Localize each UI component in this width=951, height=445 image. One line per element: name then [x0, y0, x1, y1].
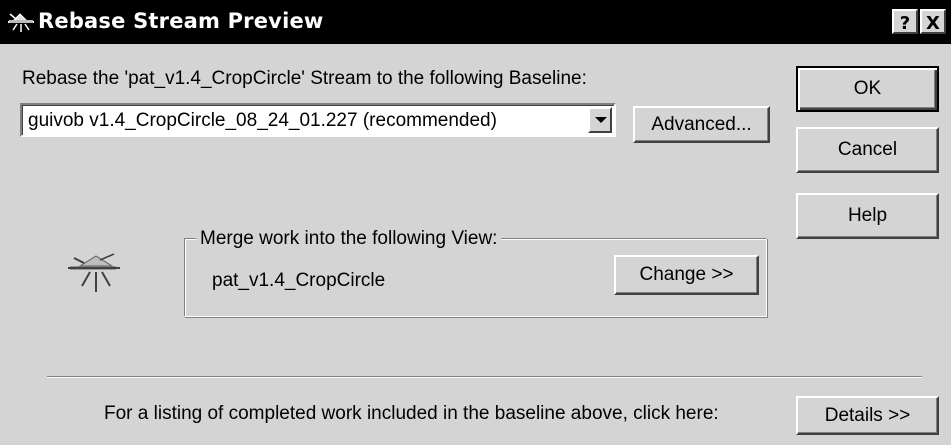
cancel-button[interactable]: Cancel — [796, 127, 939, 173]
app-icon — [8, 13, 34, 32]
details-button[interactable]: Details >> — [796, 396, 939, 435]
advanced-button[interactable]: Advanced... — [633, 106, 770, 143]
separator-line — [47, 376, 922, 378]
rebase-stream-preview-dialog: Rebase Stream Preview ? X Rebase the 'pa… — [0, 0, 951, 445]
close-title-button[interactable]: X — [920, 9, 946, 34]
dropdown-arrow-icon[interactable] — [588, 107, 612, 133]
change-view-button[interactable]: Change >> — [614, 255, 759, 295]
rebase-instruction-label: Rebase the 'pat_v1.4_CropCircle' Stream … — [22, 68, 587, 89]
baseline-selected-value: guivob v1.4_CropCircle_08_24_01.227 (rec… — [28, 110, 497, 131]
merge-group-label: Merge work into the following View: — [196, 228, 502, 250]
baseline-select[interactable]: guivob v1.4_CropCircle_08_24_01.227 (rec… — [20, 103, 616, 137]
title-bar[interactable]: Rebase Stream Preview ? X — [0, 0, 951, 44]
listing-instruction-label: For a listing of completed work included… — [104, 403, 719, 424]
view-icon — [68, 253, 120, 292]
window-title: Rebase Stream Preview — [38, 9, 324, 33]
view-name: pat_v1.4_CropCircle — [212, 270, 386, 291]
ok-button[interactable]: OK — [796, 66, 939, 112]
help-button[interactable]: Help — [796, 193, 939, 239]
help-title-button[interactable]: ? — [892, 9, 918, 34]
